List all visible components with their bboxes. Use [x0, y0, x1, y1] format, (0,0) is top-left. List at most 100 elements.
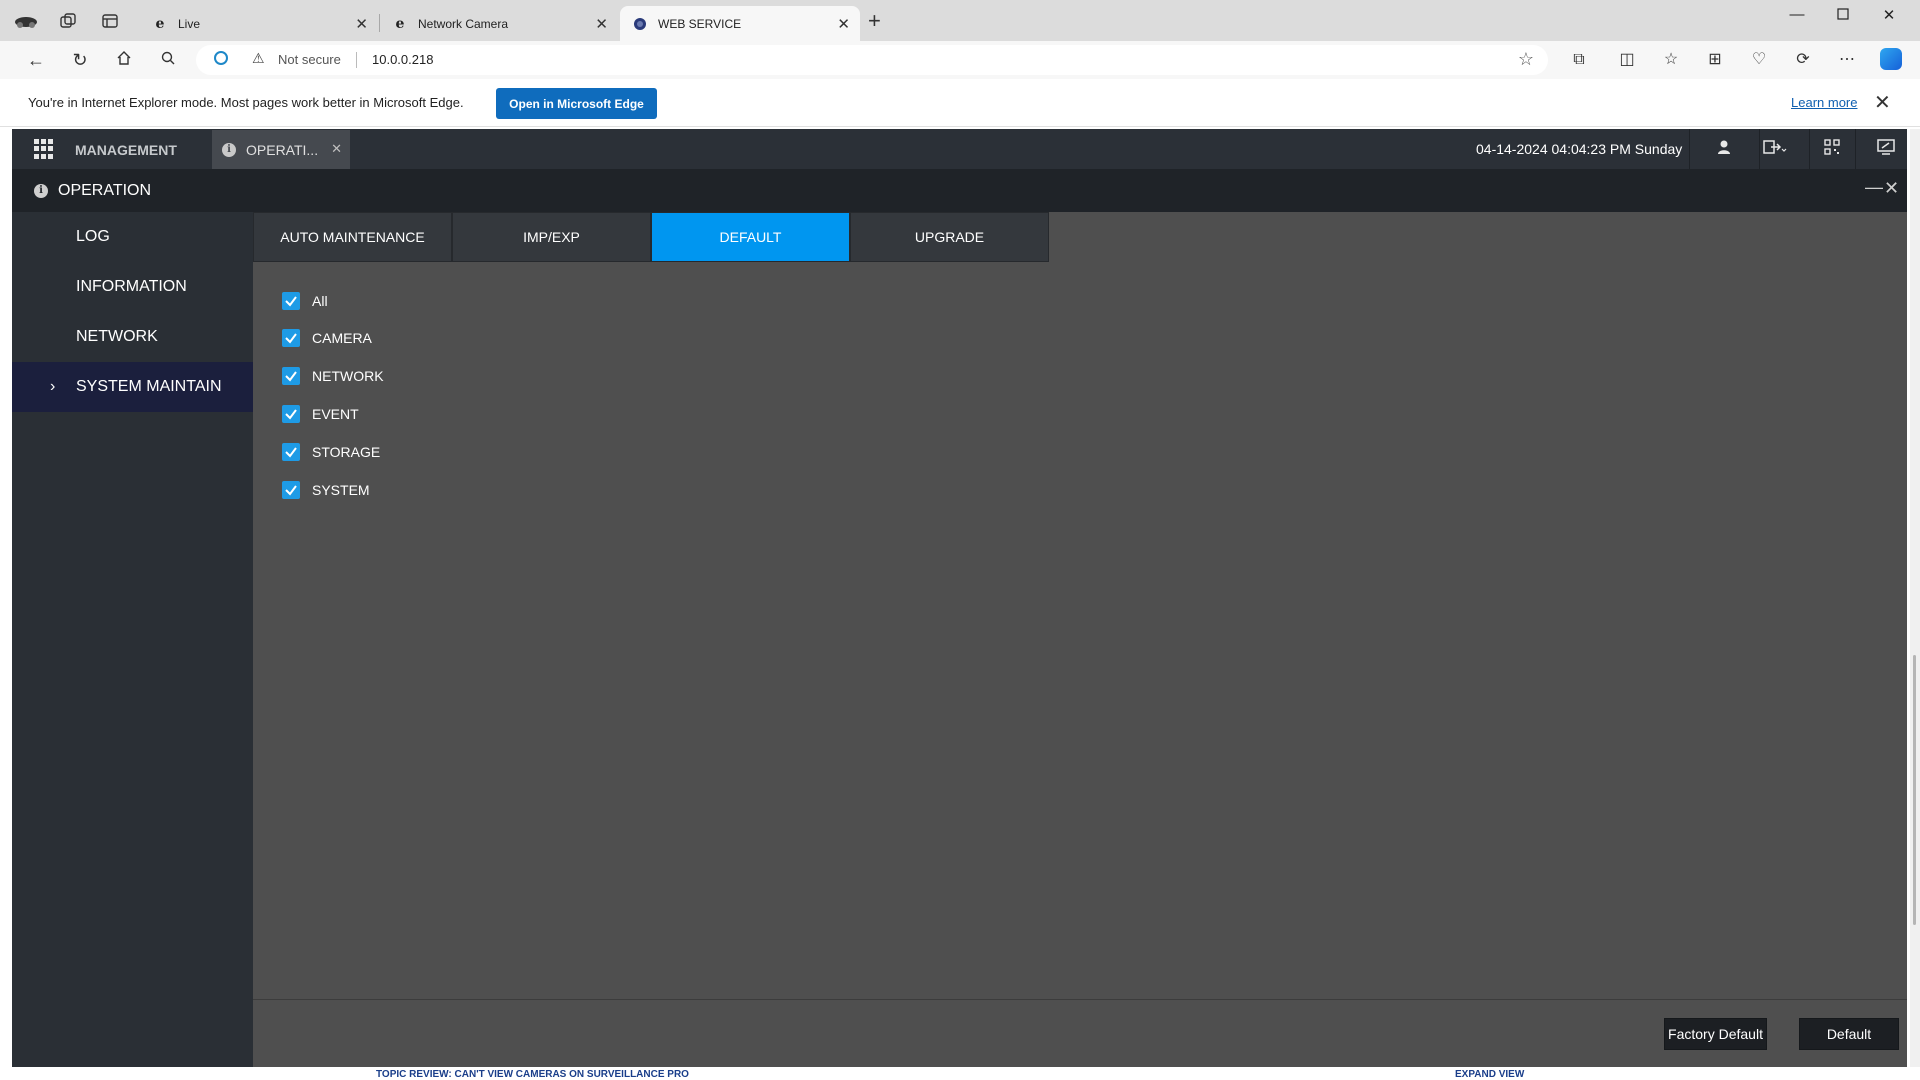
factory-default-button[interactable]: Factory Default	[1664, 1018, 1767, 1050]
main-content: AUTO MAINTENANCE IMP/EXP DEFAULT UPGRADE…	[253, 212, 1907, 1067]
info-icon: i	[34, 184, 48, 198]
info-icon: i	[222, 142, 236, 157]
chevron-right-icon: ›	[50, 378, 56, 395]
divider	[1855, 129, 1856, 169]
ie-mode-icon[interactable]	[214, 51, 228, 65]
search-icon[interactable]	[156, 49, 180, 71]
checkbox-label: SYSTEM	[312, 482, 370, 498]
checkbox-checked-icon[interactable]	[282, 443, 300, 461]
globe-icon	[632, 16, 648, 32]
underlying-topic-link[interactable]: TOPIC REVIEW: CAN'T VIEW CAMERAS ON SURV…	[376, 1069, 689, 1080]
underlying-page-strip: TOPIC REVIEW: CAN'T VIEW CAMERAS ON SURV…	[0, 1067, 1920, 1080]
datetime-display: 04-14-2024 04:04:23 PM Sunday	[1476, 141, 1683, 157]
minimize-window-icon[interactable]: —	[1787, 6, 1807, 23]
learn-more-link[interactable]: Learn more	[1791, 95, 1857, 110]
security-label[interactable]: Not secure	[278, 52, 341, 67]
copilot-icon[interactable]	[1880, 48, 1902, 70]
checkbox-label: NETWORK	[312, 368, 384, 384]
sidebar-item-system-maintain[interactable]: › SYSTEM MAINTAIN	[12, 362, 253, 412]
tab-default[interactable]: DEFAULT	[651, 212, 850, 262]
workspaces-icon[interactable]	[56, 11, 80, 31]
ie-icon: e	[395, 15, 405, 32]
apps-grid-icon[interactable]	[34, 139, 54, 159]
display-icon[interactable]	[1874, 139, 1898, 159]
checkbox-checked-icon[interactable]	[282, 481, 300, 499]
favorite-star-icon[interactable]: ☆	[1518, 49, 1534, 70]
sidebar: LOG INFORMATION NETWORK › SYSTEM MAINTAI…	[12, 212, 253, 1067]
operation-tab[interactable]: i OPERATI... ✕	[212, 130, 350, 169]
sidebar-item-label: NETWORK	[76, 328, 158, 345]
home-icon[interactable]	[112, 49, 136, 71]
address-toolbar: ← ↻ ⚠ Not secure 10.0.0.218 ☆ ⧉ ◫ ☆ ⊞ ♡ …	[0, 41, 1920, 79]
checkbox-system[interactable]: SYSTEM	[282, 480, 370, 500]
browser-essentials-icon[interactable]: ♡	[1748, 50, 1770, 70]
checkbox-label: All	[312, 293, 328, 309]
scrollbar-thumb[interactable]	[1913, 655, 1916, 925]
sidebar-item-information[interactable]: INFORMATION	[12, 262, 253, 312]
maximize-window-icon[interactable]	[1833, 7, 1853, 24]
close-icon[interactable]: ✕	[1874, 90, 1891, 115]
close-icon[interactable]: ✕	[837, 15, 850, 33]
tab-title: Network Camera	[418, 16, 509, 31]
open-in-edge-button[interactable]: Open in Microsoft Edge	[496, 88, 657, 119]
user-icon[interactable]	[1712, 139, 1736, 159]
checkbox-all[interactable]: All	[282, 291, 328, 311]
expand-view-link[interactable]: EXPAND VIEW	[1455, 1069, 1524, 1080]
web-service-app: MANAGEMENT i OPERATI... ✕ 04-14-2024 04:…	[12, 129, 1907, 1067]
page-title: OPERATION	[58, 182, 152, 199]
profile-icon[interactable]	[14, 11, 38, 31]
new-tab-icon[interactable]: +	[868, 10, 881, 32]
divider	[253, 999, 1907, 1000]
checkbox-label: CAMERA	[312, 330, 372, 346]
copilot-sidebar-icon[interactable]: ⟳	[1792, 50, 1814, 70]
split-screen-icon[interactable]: ◫	[1616, 50, 1638, 70]
management-link[interactable]: MANAGEMENT	[75, 142, 177, 158]
operation-header: i OPERATION — ✕	[12, 169, 1907, 212]
close-icon[interactable]: ✕	[331, 141, 342, 157]
ie-mode-message: You're in Internet Explorer mode. Most p…	[28, 95, 464, 110]
checkbox-camera[interactable]: CAMERA	[282, 328, 372, 348]
tab-title: WEB SERVICE	[658, 16, 742, 31]
sidebar-item-label: SYSTEM MAINTAIN	[76, 378, 222, 395]
sidebar-item-log[interactable]: LOG	[12, 212, 253, 262]
sidebar-item-network[interactable]: NETWORK	[12, 312, 253, 362]
logout-icon[interactable]	[1760, 139, 1790, 159]
refresh-icon[interactable]: ↻	[68, 49, 92, 71]
warning-icon: ⚠	[252, 50, 265, 66]
app-topbar: MANAGEMENT i OPERATI... ✕ 04-14-2024 04:…	[12, 129, 1907, 169]
checkbox-checked-icon[interactable]	[282, 292, 300, 310]
checkbox-checked-icon[interactable]	[282, 329, 300, 347]
sidebar-item-label: INFORMATION	[76, 278, 187, 295]
favorites-icon[interactable]: ☆	[1660, 50, 1682, 70]
close-icon[interactable]: ✕	[1884, 178, 1899, 199]
checkbox-network[interactable]: NETWORK	[282, 366, 384, 386]
extensions-icon[interactable]: ⧉	[1568, 50, 1590, 70]
tab-auto-maintenance[interactable]: AUTO MAINTENANCE	[253, 212, 452, 262]
qr-code-icon[interactable]	[1820, 139, 1844, 159]
more-options-icon[interactable]: ⋯	[1836, 50, 1858, 70]
address-bar[interactable]: ⚠ Not secure 10.0.0.218 ☆	[196, 45, 1548, 75]
back-icon[interactable]: ←	[24, 49, 48, 71]
minimize-icon[interactable]: —	[1865, 177, 1883, 198]
vertical-tabs-icon[interactable]	[98, 11, 122, 31]
tab-upgrade[interactable]: UPGRADE	[850, 212, 1049, 262]
checkbox-storage[interactable]: STORAGE	[282, 442, 380, 462]
checkbox-event[interactable]: EVENT	[282, 404, 359, 424]
checkbox-checked-icon[interactable]	[282, 405, 300, 423]
default-button[interactable]: Default	[1799, 1018, 1899, 1050]
divider	[356, 52, 357, 68]
browser-tab-network-camera[interactable]: e Network Camera ✕	[380, 6, 618, 41]
browser-tab-web-service[interactable]: WEB SERVICE ✕	[620, 6, 860, 41]
browser-tabstrip: e Live ✕ e Network Camera ✕ WEB SERVICE …	[0, 0, 1920, 41]
close-icon[interactable]: ✕	[355, 15, 368, 33]
browser-tab-live[interactable]: e Live ✕	[140, 6, 378, 41]
checkbox-label: EVENT	[312, 406, 359, 422]
collections-icon[interactable]: ⊞	[1704, 50, 1726, 70]
tab-imp-exp[interactable]: IMP/EXP	[452, 212, 651, 262]
close-icon[interactable]: ✕	[595, 15, 608, 33]
ie-mode-infobar: You're in Internet Explorer mode. Most p…	[0, 79, 1920, 127]
url-text[interactable]: 10.0.0.218	[372, 52, 433, 67]
close-window-icon[interactable]: ✕	[1879, 6, 1899, 24]
page-scrollbar[interactable]	[1910, 129, 1920, 1067]
checkbox-checked-icon[interactable]	[282, 367, 300, 385]
